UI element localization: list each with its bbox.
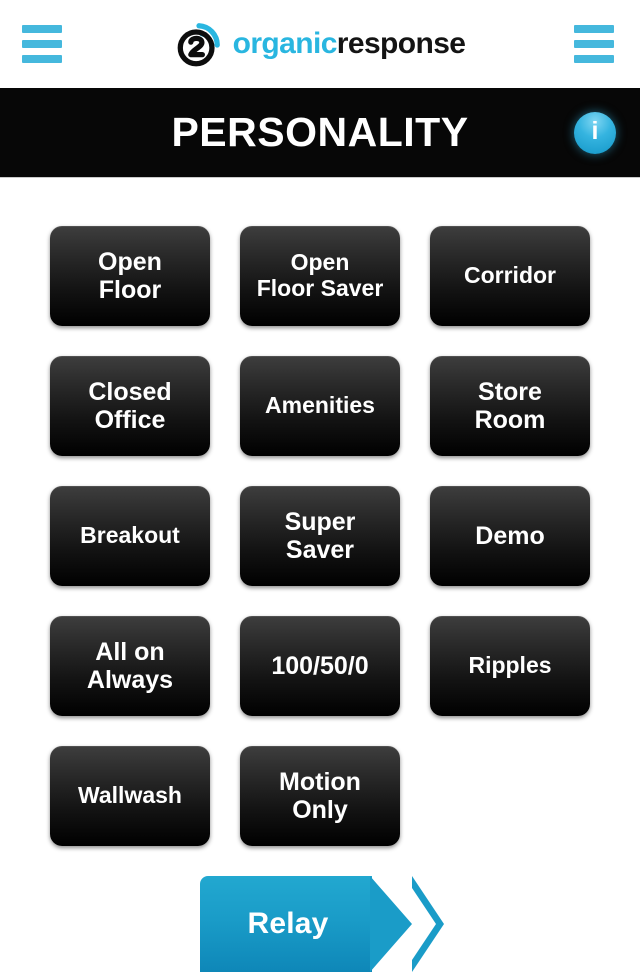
hamburger-menu-icon-bar: [574, 40, 614, 48]
brand-wordmark: organicresponse: [233, 29, 466, 59]
personality-button-wallwash[interactable]: Wallwash: [50, 746, 210, 846]
relay-button-body: [200, 876, 372, 972]
hamburger-menu-icon-bar: [574, 25, 614, 33]
chevron-right-icon: [412, 876, 444, 972]
organic-response-logo-icon: [177, 23, 220, 67]
personality-button-open-floor-saver[interactable]: Open Floor Saver: [240, 226, 400, 326]
brand-word-organic: organic: [232, 27, 338, 60]
personality-button-breakout[interactable]: Breakout: [50, 486, 210, 586]
page-title-bar: PERSONALITY i: [0, 88, 640, 178]
brand-logo: organicresponse: [175, 20, 466, 68]
personality-button-closed-office[interactable]: Closed Office: [50, 356, 210, 456]
hamburger-menu-icon-bar: [22, 55, 62, 63]
personality-button-ripples[interactable]: Ripples: [430, 616, 590, 716]
info-button[interactable]: i: [574, 111, 616, 154]
menu-button-right[interactable]: [574, 22, 618, 66]
page-title: PERSONALITY: [171, 109, 469, 155]
info-circle-icon: i: [591, 117, 599, 145]
hamburger-menu-icon-bar: [574, 55, 614, 63]
personality-button-grid: Open Floor Open Floor Saver Corridor Clo…: [50, 226, 590, 846]
personality-button-all-on-always[interactable]: All on Always: [50, 616, 210, 716]
hamburger-menu-icon-bar: [22, 25, 62, 33]
personality-button-super-saver[interactable]: Super Saver: [240, 486, 400, 586]
menu-button-left[interactable]: [22, 22, 66, 66]
personality-button-corridor[interactable]: Corridor: [430, 226, 590, 326]
personality-button-open-floor[interactable]: Open Floor: [50, 226, 210, 326]
relay-button[interactable]: Relay: [200, 876, 444, 972]
app-header: organicresponse: [0, 0, 640, 88]
brand-word-response: response: [336, 27, 466, 60]
personality-button-store-room[interactable]: Store Room: [430, 356, 590, 456]
personality-button-amenities[interactable]: Amenities: [240, 356, 400, 456]
relay-arrow-tip: [370, 876, 412, 972]
hamburger-menu-icon-bar: [22, 40, 62, 48]
personality-button-100-50-0[interactable]: 100/50/0: [240, 616, 400, 716]
personality-button-motion-only[interactable]: Motion Only: [240, 746, 400, 846]
personality-button-demo[interactable]: Demo: [430, 486, 590, 586]
